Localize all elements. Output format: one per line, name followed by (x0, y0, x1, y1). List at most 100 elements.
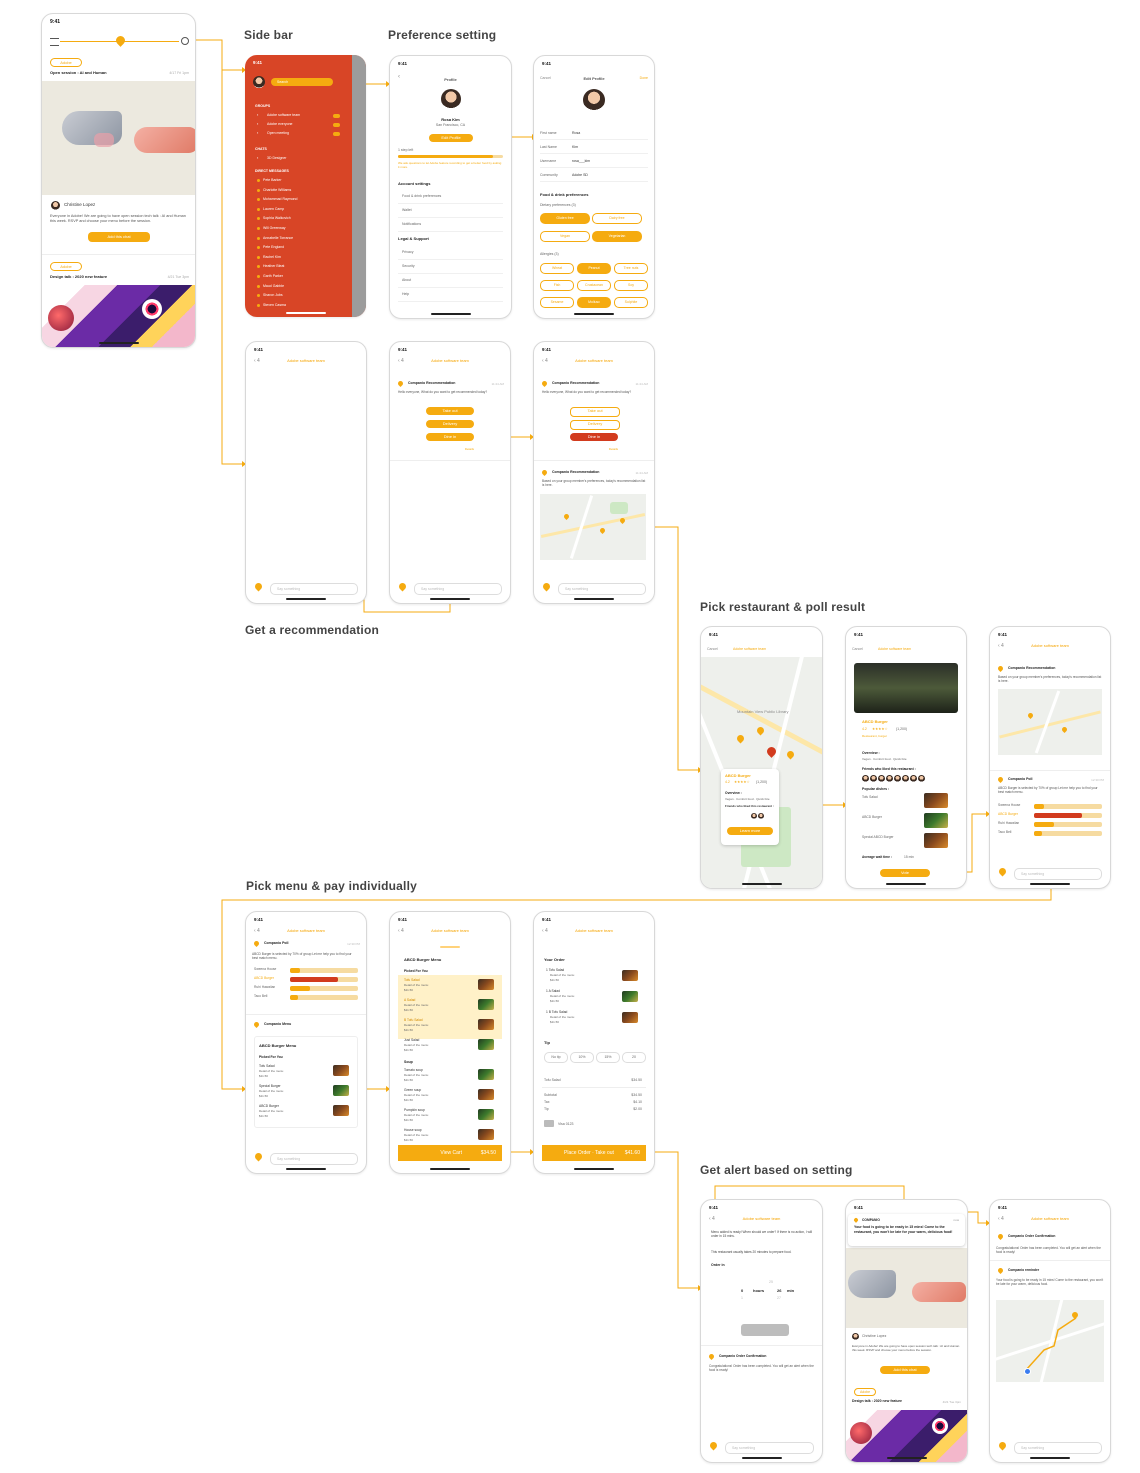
menu-item-photo[interactable] (333, 1105, 349, 1116)
cancel-button[interactable]: Cancel (852, 647, 863, 651)
option-take-out[interactable]: Take out (570, 407, 620, 417)
tag-adobe-2[interactable]: Adobe (854, 1388, 876, 1396)
allergy-chip[interactable]: Mollusc (577, 297, 611, 308)
map-pin[interactable] (1060, 725, 1069, 734)
soup-item-photo[interactable] (478, 1129, 494, 1140)
soup-item-name[interactable]: Pumpkin soup (404, 1108, 425, 1112)
account-item[interactable]: Wallet (402, 208, 412, 212)
option-dine-in-selected[interactable]: Dine in (570, 433, 618, 441)
tip-option[interactable]: 10% (570, 1052, 594, 1063)
poll-bar[interactable] (1034, 830, 1102, 836)
back-icon[interactable]: ‹ 4 (398, 358, 404, 364)
sidebar-item-dm[interactable]: Annabelle Torrance (263, 236, 293, 240)
sidebar-item-dm[interactable]: Sophia Walkovich (263, 216, 291, 220)
sidebar-item-group[interactable]: Adobe software team (267, 113, 300, 117)
poll-bar[interactable] (290, 976, 358, 982)
sidebar-item-dm[interactable]: Charlotte Williams (263, 188, 291, 192)
companio-button-icon[interactable] (708, 1440, 719, 1451)
back-icon[interactable]: ‹ 4 (542, 358, 548, 364)
sidebar-item-group[interactable]: Open meeting (267, 131, 289, 135)
field-value[interactable]: Kim (572, 145, 578, 149)
edit-avatar[interactable] (583, 89, 605, 111)
popular-dish[interactable]: Tofu Salad (862, 795, 878, 799)
menu-item-photo[interactable] (478, 999, 494, 1010)
menu-item-photo[interactable] (478, 1019, 494, 1030)
legal-item[interactable]: Help (402, 292, 409, 296)
poll-bar[interactable] (1034, 812, 1102, 818)
field-value[interactable]: rosa___kim (572, 159, 590, 163)
back-icon[interactable]: ‹ 4 (998, 643, 1004, 649)
restaurant-card[interactable]: ABCD Burger 4.2 ★★★★☆ (1,200) Overview :… (721, 769, 779, 845)
view-cart-bar[interactable]: View Cart $34.50 (398, 1145, 502, 1161)
confirm-time-button[interactable] (741, 1324, 789, 1336)
soup-item-photo[interactable] (478, 1089, 494, 1100)
menu-item-photo[interactable] (478, 1039, 494, 1050)
route-map[interactable] (996, 1300, 1104, 1382)
sidebar-item-dm[interactable]: Steven Casma (263, 303, 286, 307)
legal-item[interactable]: Privacy (402, 250, 413, 254)
search-icon[interactable] (181, 37, 189, 45)
sidebar-item-dm[interactable]: Will Greenway (263, 226, 286, 230)
field-value[interactable]: Adobe SD (572, 173, 588, 177)
account-item[interactable]: Notifications (402, 222, 421, 226)
sidebar-item-group[interactable]: Adobe everyone (267, 122, 293, 126)
back-icon[interactable]: ‹ 4 (998, 1216, 1004, 1222)
sidebar-item-dm[interactable]: Rachel Kim (263, 255, 281, 259)
add-chat-button[interactable]: Add this chat (88, 232, 150, 242)
legal-item[interactable]: Security (402, 264, 415, 268)
soup-item-photo[interactable] (478, 1109, 494, 1120)
recommendation-map[interactable] (540, 494, 646, 560)
back-icon[interactable]: ‹ 4 (254, 928, 260, 934)
popular-dish[interactable]: ABCD Burger (862, 815, 882, 819)
user-avatar[interactable] (253, 76, 265, 88)
compose-input[interactable]: Say something (558, 583, 646, 595)
sidebar-item-dm[interactable]: Mohammad Raymond (263, 197, 297, 201)
sidebar-item-dm[interactable]: Heather Bleat (263, 264, 284, 268)
menu-item-photo[interactable] (333, 1065, 349, 1076)
compose-input[interactable]: Say something (270, 1153, 358, 1165)
soup-item-name[interactable]: Green soup (404, 1088, 421, 1092)
companio-button-icon[interactable] (253, 1151, 264, 1162)
map-pin[interactable] (785, 749, 796, 760)
companio-button-icon[interactable] (541, 581, 552, 592)
tip-option[interactable]: 20 (622, 1052, 646, 1063)
poll-bar[interactable] (290, 994, 358, 1000)
poll-bar[interactable] (1034, 821, 1102, 827)
companio-button-icon[interactable] (997, 1440, 1008, 1451)
place-order-bar[interactable]: Place Order · Take out $41.60 (542, 1145, 646, 1161)
poll-bar[interactable] (290, 985, 358, 991)
field-value[interactable]: Rosa (572, 131, 580, 135)
map-pin[interactable] (562, 512, 571, 521)
map-pin[interactable] (755, 725, 766, 736)
poll-bar[interactable] (1034, 803, 1102, 809)
legal-item[interactable]: About (402, 278, 411, 282)
tag-adobe-2[interactable]: Adobe (50, 262, 82, 271)
cancel-button[interactable]: Cancel (707, 647, 718, 651)
sidebar-item-dm[interactable]: Pete Barker (263, 178, 281, 182)
account-item[interactable]: Food & drink preferences (402, 194, 441, 198)
allergy-chip[interactable]: Fish (540, 280, 574, 291)
dietary-chip[interactable]: Vegetarian (592, 231, 642, 242)
compose-input[interactable]: Say something (1014, 1442, 1102, 1454)
sidebar-item-dm[interactable]: Maud Gabble (263, 284, 284, 288)
soup-item-name[interactable]: Tomato soup (404, 1068, 423, 1072)
back-icon[interactable]: ‹ 4 (398, 928, 404, 934)
sheet-handle[interactable] (440, 946, 460, 948)
card-label[interactable]: Visa 0123 (558, 1122, 574, 1126)
allergy-chip[interactable]: Wheat (540, 263, 574, 274)
menu-item-photo[interactable] (478, 979, 494, 990)
soup-item-name[interactable]: House soup (404, 1128, 422, 1132)
option-delivery[interactable]: Delivery (426, 420, 474, 428)
sidebar-item-dm[interactable]: Pete England (263, 245, 284, 249)
menu-item-name[interactable]: Just Salad (404, 1038, 419, 1042)
menu-item-name[interactable]: B Tofu Salad (404, 1018, 423, 1022)
restaurant-map[interactable]: Mountain View Public Library ABCD Burger… (701, 657, 822, 888)
dietary-chip[interactable]: Dairy free (592, 213, 642, 224)
popular-dish[interactable]: Special ABCD Burger (862, 835, 894, 839)
map-pin[interactable] (735, 733, 746, 744)
recommendation-map[interactable] (998, 689, 1102, 755)
companio-button-icon[interactable] (397, 581, 408, 592)
compose-input[interactable]: Say something (1014, 868, 1102, 880)
dietary-chip[interactable]: Vegan (540, 231, 590, 242)
done-button[interactable]: Done (640, 76, 648, 80)
